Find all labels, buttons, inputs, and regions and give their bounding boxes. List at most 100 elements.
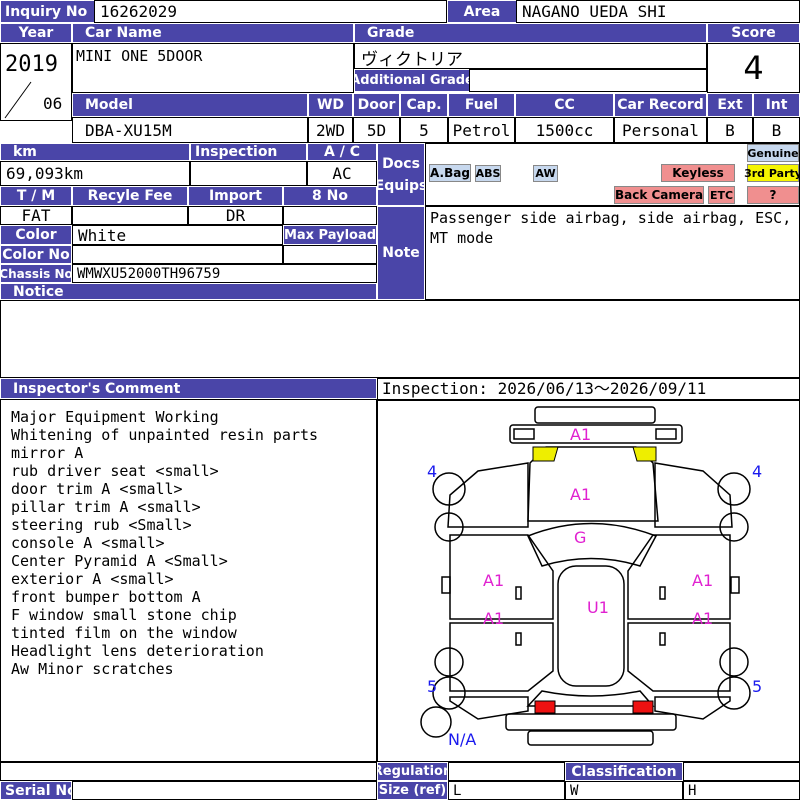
ac-label: A / C <box>307 143 377 161</box>
size-w: W <box>565 781 683 800</box>
comment-line: rub driver seat <small> <box>11 462 219 480</box>
cap-value: 5 <box>400 117 448 143</box>
mark-rear-right-door: A1 <box>692 609 714 628</box>
note-value: Passenger side airbag, side airbag, ESC,… <box>425 206 800 300</box>
notice-label: Notice <box>0 283 377 300</box>
max-payload-value <box>283 245 377 264</box>
tm-value: FAT <box>0 206 72 225</box>
chassis-no-value: WMWXU52000TH96759 <box>72 264 377 283</box>
inspector-comment-label: Inspector's Comment <box>0 378 377 399</box>
abs-tag: ABS <box>475 165 501 182</box>
car-record-value: Personal <box>614 117 707 143</box>
grade-label: Grade <box>354 23 707 43</box>
eight-no-label: 8 No <box>283 186 377 206</box>
comment-line: tinted film on the window <box>11 624 237 642</box>
fuel-value: Petrol <box>448 117 515 143</box>
mark-windshield: G <box>574 528 587 547</box>
month-value: 06 <box>43 94 63 113</box>
ext-label: Ext <box>707 93 753 117</box>
cap-label: Cap. <box>400 93 448 117</box>
abag-tag: A.Bag <box>429 164 471 182</box>
notice-value <box>0 300 800 378</box>
inquiry-value: 16262029 <box>94 0 447 23</box>
comment-line: Aw Minor scratches <box>11 660 174 678</box>
comment-lines: Major Equipment Working Whitening of unpa… <box>11 408 366 678</box>
serial-no-label: Serial No <box>0 781 72 800</box>
mark-hood: A1 <box>570 485 592 504</box>
comment-line: Center Pyramid A <Small> <box>11 552 228 570</box>
tm-label: T / M <box>0 186 72 206</box>
inspection-label: Inspection <box>190 143 307 161</box>
size-l: L <box>448 781 565 800</box>
color-no-value <box>72 245 283 264</box>
ac-value: AC <box>307 161 377 186</box>
serial-no-value <box>72 781 377 800</box>
km-label: km <box>0 143 190 161</box>
recycle-fee-value <box>72 206 188 225</box>
import-label: Import <box>188 186 283 206</box>
comment-line: steering rub <Small> <box>11 516 192 534</box>
color-no-label: Color No <box>0 245 72 264</box>
comment-line: F window small stone chip <box>11 606 237 624</box>
car-name-value: MINI ONE 5DOOR <box>76 47 203 65</box>
comment-line: front bumper bottom A <box>11 588 201 606</box>
comment-line: pillar trim A <small> <box>11 498 201 516</box>
cc-label: CC <box>515 93 614 117</box>
inquiry-label: Inquiry No <box>0 0 95 23</box>
unknown-tag: ? <box>747 186 799 204</box>
car-diagram: A1 A1 G A1 A1 A1 A1 U1 4 4 5 5 N/A <box>377 400 800 762</box>
mark-front-left-door: A1 <box>483 571 505 590</box>
back-camera-tag: Back Camera <box>614 186 704 204</box>
additional-grade-value <box>469 69 707 92</box>
cc-value: 1500cc <box>515 117 614 143</box>
note-label: Note <box>377 206 425 300</box>
classification-value <box>683 762 800 781</box>
score-label: Score <box>707 23 800 43</box>
etc-tag: ETC <box>708 186 735 204</box>
wd-label: WD <box>308 93 353 117</box>
tyre-front-right: 4 <box>752 462 763 481</box>
size-ref-label: Size (ref) <box>377 781 448 800</box>
inspector-comment-box: Major Equipment Working Whitening of unpa… <box>0 399 377 762</box>
model-value: DBA-XU15M <box>72 117 308 143</box>
regulation-value <box>448 762 565 781</box>
fuel-label: Fuel <box>448 93 515 117</box>
comment-line: Headlight lens deterioration <box>11 642 264 660</box>
keyless-tag: Keyless <box>661 164 735 182</box>
docs-equips-label: Docs Equips <box>377 143 425 206</box>
equips-label: Equips <box>377 177 425 194</box>
comment-line: console A <small> <box>11 534 165 552</box>
comment-line: Whitening of unpainted resin parts <box>11 426 319 444</box>
color-label: Color <box>0 225 72 245</box>
aw-tag: AW <box>533 165 558 182</box>
comment-line: exterior A <small> <box>11 570 174 588</box>
spare-tyre-mark: N/A <box>448 730 477 749</box>
third-party-tag: 3rd Party <box>744 164 800 182</box>
eight-no-value <box>283 206 377 225</box>
regulation-label: Regulation <box>377 762 448 781</box>
wd-value: 2WD <box>308 117 353 143</box>
car-outline <box>420 406 751 746</box>
inspection-value <box>190 161 307 186</box>
mark-roof: U1 <box>587 598 609 617</box>
genuine-tag: Genuine <box>747 144 799 162</box>
comment-line: door trim A <small> <box>11 480 183 498</box>
ext-value: B <box>707 117 753 143</box>
color-value: White <box>72 225 283 245</box>
year-box: 2019 06 <box>0 43 72 121</box>
classification-label: Classification <box>565 762 683 781</box>
comment-spacer <box>0 762 377 781</box>
size-h: H <box>683 781 800 800</box>
door-value: 5D <box>353 117 400 143</box>
mark-rear-left-door: A1 <box>483 609 505 628</box>
chassis-no-label: Chassis No <box>0 264 72 283</box>
docs-label: Docs <box>382 155 420 172</box>
int-label: Int <box>753 93 800 117</box>
mark-front-right-door: A1 <box>692 571 714 590</box>
grade-value: ヴィクトリア <box>361 50 463 70</box>
additional-grade-label: Additional Grade <box>354 69 470 92</box>
import-value: DR <box>188 206 283 225</box>
comment-line: mirror A <box>11 444 84 462</box>
area-label: Area <box>447 0 517 23</box>
area-value: NAGANO UEDA SHI <box>516 0 800 23</box>
